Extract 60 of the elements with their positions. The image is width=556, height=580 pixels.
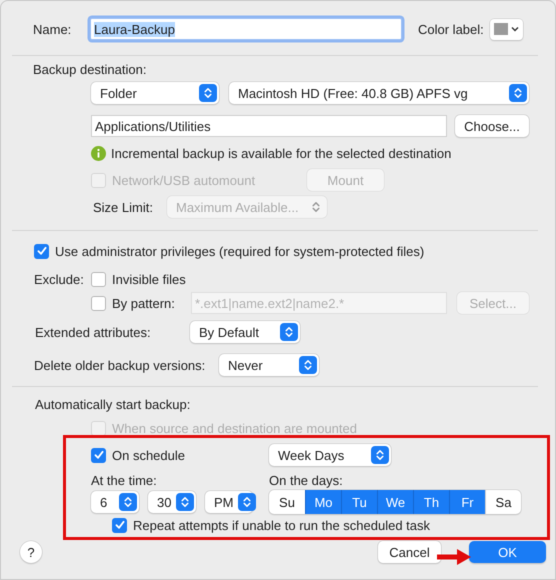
popup-button[interactable]: 30 (148, 491, 196, 513)
choose-button[interactable]: Choose... (455, 115, 529, 137)
stepper-icon (199, 84, 217, 102)
check-icon (114, 520, 124, 530)
checkbox-label: Network/USB automount (112, 172, 256, 188)
color-popup[interactable] (490, 18, 523, 40)
checkbox-label: Repeat attempts if unable to run the scheduled task (133, 518, 430, 532)
color-swatch (494, 23, 508, 35)
check-icon (94, 450, 104, 460)
popup-button[interactable]: 6 (91, 491, 139, 513)
day-toggle[interactable]: Tu (341, 490, 377, 514)
popup-button[interactable]: Folder (91, 82, 219, 104)
stepper-icon (299, 356, 317, 374)
popup-button[interactable]: Macintosh HD (Free: 40.8 GB) APFS vg (229, 82, 529, 104)
section-heading: Automatically start backup: (35, 396, 190, 412)
popup-button[interactable]: Never (219, 354, 319, 376)
checkbox[interactable] (34, 244, 49, 258)
popup-button[interactable]: By Default (190, 321, 300, 343)
stepper-icon (176, 493, 194, 511)
checkbox-label: By pattern: (112, 296, 175, 310)
info-text: Incremental backup is available for the selected destination (111, 146, 452, 160)
field-label: Extended attributes: (35, 324, 152, 340)
ok-button[interactable]: OK (469, 541, 546, 563)
field-label: On the days: (269, 472, 343, 488)
stepper-icon (280, 323, 298, 341)
day-toggle[interactable]: Mo (305, 490, 341, 514)
checkbox-label: Invisible files (112, 272, 186, 286)
popup-button[interactable]: PM (205, 491, 253, 513)
checkbox[interactable] (112, 518, 127, 532)
day-toggle[interactable]: Sa (485, 490, 521, 514)
field-label: Size Limit: (93, 200, 154, 214)
section-heading: Backup destination: (33, 62, 146, 76)
checkbox-label: When source and destination are mounted (112, 420, 357, 436)
field-label: Color label: (418, 22, 484, 36)
stepper-icon (119, 493, 137, 511)
name-field[interactable]: Laura-Backup (90, 18, 402, 40)
help-button[interactable]: ? (20, 541, 42, 563)
check-icon (36, 246, 46, 256)
chevron-down-icon (510, 26, 519, 32)
popup-button[interactable]: Week Days (269, 444, 391, 466)
pointer-arrow (437, 548, 471, 566)
field-label: Exclude: (34, 272, 85, 286)
path-field[interactable]: Applications/Utilities (91, 115, 447, 137)
checkbox[interactable] (91, 296, 106, 310)
field-label: At the time: (91, 472, 158, 488)
stepper-icon (371, 446, 389, 464)
checkbox-label: On schedule (112, 448, 185, 462)
checkbox-label: Use administrator privileges (required for system-protected files) (55, 244, 424, 258)
checkbox[interactable] (91, 272, 106, 286)
day-toggle[interactable]: Fr (449, 490, 485, 514)
field-label: Delete older backup versions: (34, 358, 206, 372)
cancel-button[interactable]: Cancel (378, 541, 441, 563)
day-toggle[interactable]: We (377, 490, 413, 514)
stepper-icon (238, 493, 256, 511)
stepper-icon (509, 84, 527, 102)
field-label: Name: (33, 22, 72, 36)
day-toggle[interactable]: Su (269, 490, 305, 514)
info-icon (91, 146, 106, 160)
checkbox[interactable] (91, 448, 106, 462)
day-toggle[interactable]: Th (413, 490, 449, 514)
